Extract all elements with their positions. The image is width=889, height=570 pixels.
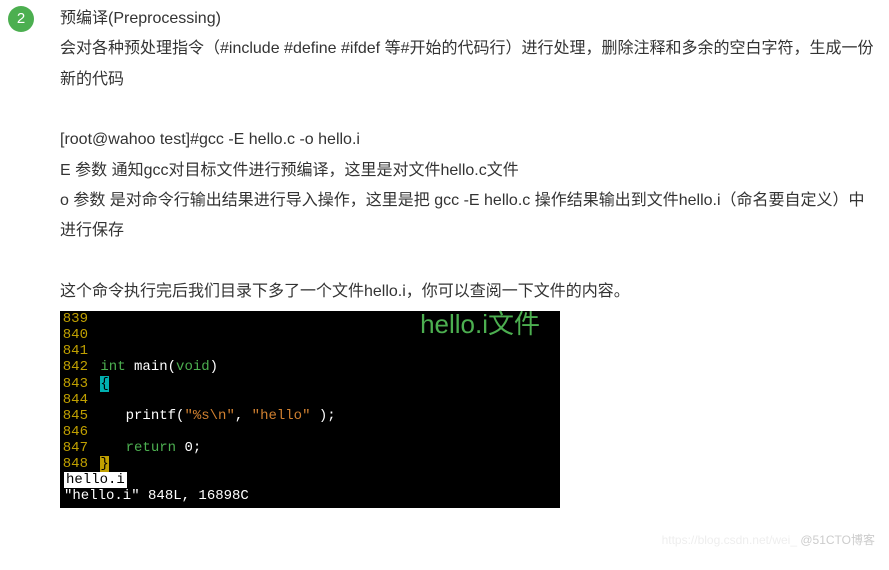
line-number: 846	[60, 424, 92, 440]
line-number: 840	[60, 327, 92, 343]
code-line: 844	[60, 392, 560, 408]
brace-close-cursor: }	[100, 456, 108, 472]
section-description: 会对各种预处理指令（#include #define #ifdef 等#开始的代…	[60, 34, 879, 95]
shell-command: [root@wahoo test]#gcc -E hello.c -o hell…	[60, 125, 879, 155]
after-command-note: 这个命令执行完后我们目录下多了一个文件hello.i，你可以查阅一下文件的内容。	[60, 277, 879, 307]
step-number-badge: 2	[8, 6, 34, 32]
terminal-screenshot: hello.i文件 839 840 841 842 int main(void)…	[60, 311, 560, 508]
brace-open-cursor: {	[100, 376, 108, 392]
code-line: 843 {	[60, 376, 560, 392]
line-number: 848	[60, 456, 92, 472]
vim-status-file: hello.i	[60, 472, 560, 488]
section-title: 预编译(Preprocessing)	[60, 4, 879, 34]
line-number: 839	[60, 311, 92, 327]
code-line: 845 printf("%s\n", "hello" );	[60, 408, 560, 424]
line-number: 843	[60, 376, 92, 392]
line-number: 842	[60, 359, 92, 375]
line-number: 841	[60, 343, 92, 359]
code-line: 847 return 0;	[60, 440, 560, 456]
code-line: 848 }	[60, 456, 560, 472]
content-area: 预编译(Preprocessing) 会对各种预处理指令（#include #d…	[60, 4, 889, 508]
line-number: 847	[60, 440, 92, 456]
e-param-explain: E 参数 通知gcc对目标文件进行预编译，这里是对文件hello.c文件	[60, 156, 879, 186]
o-param-explain: o 参数 是对命令行输出结果进行导入操作，这里是把 gcc -E hello.c…	[60, 186, 879, 247]
line-number: 845	[60, 408, 92, 424]
watermark: https://blog.csdn.net/wei_ @51CTO博客	[662, 529, 875, 552]
step-number: 2	[17, 5, 25, 34]
code-line: 842 int main(void)	[60, 359, 560, 375]
code-line: 841	[60, 343, 560, 359]
code-line: 846	[60, 424, 560, 440]
line-number: 844	[60, 392, 92, 408]
vim-status-info: "hello.i" 848L, 16898C	[60, 488, 560, 504]
terminal-title: hello.i文件	[420, 310, 540, 340]
